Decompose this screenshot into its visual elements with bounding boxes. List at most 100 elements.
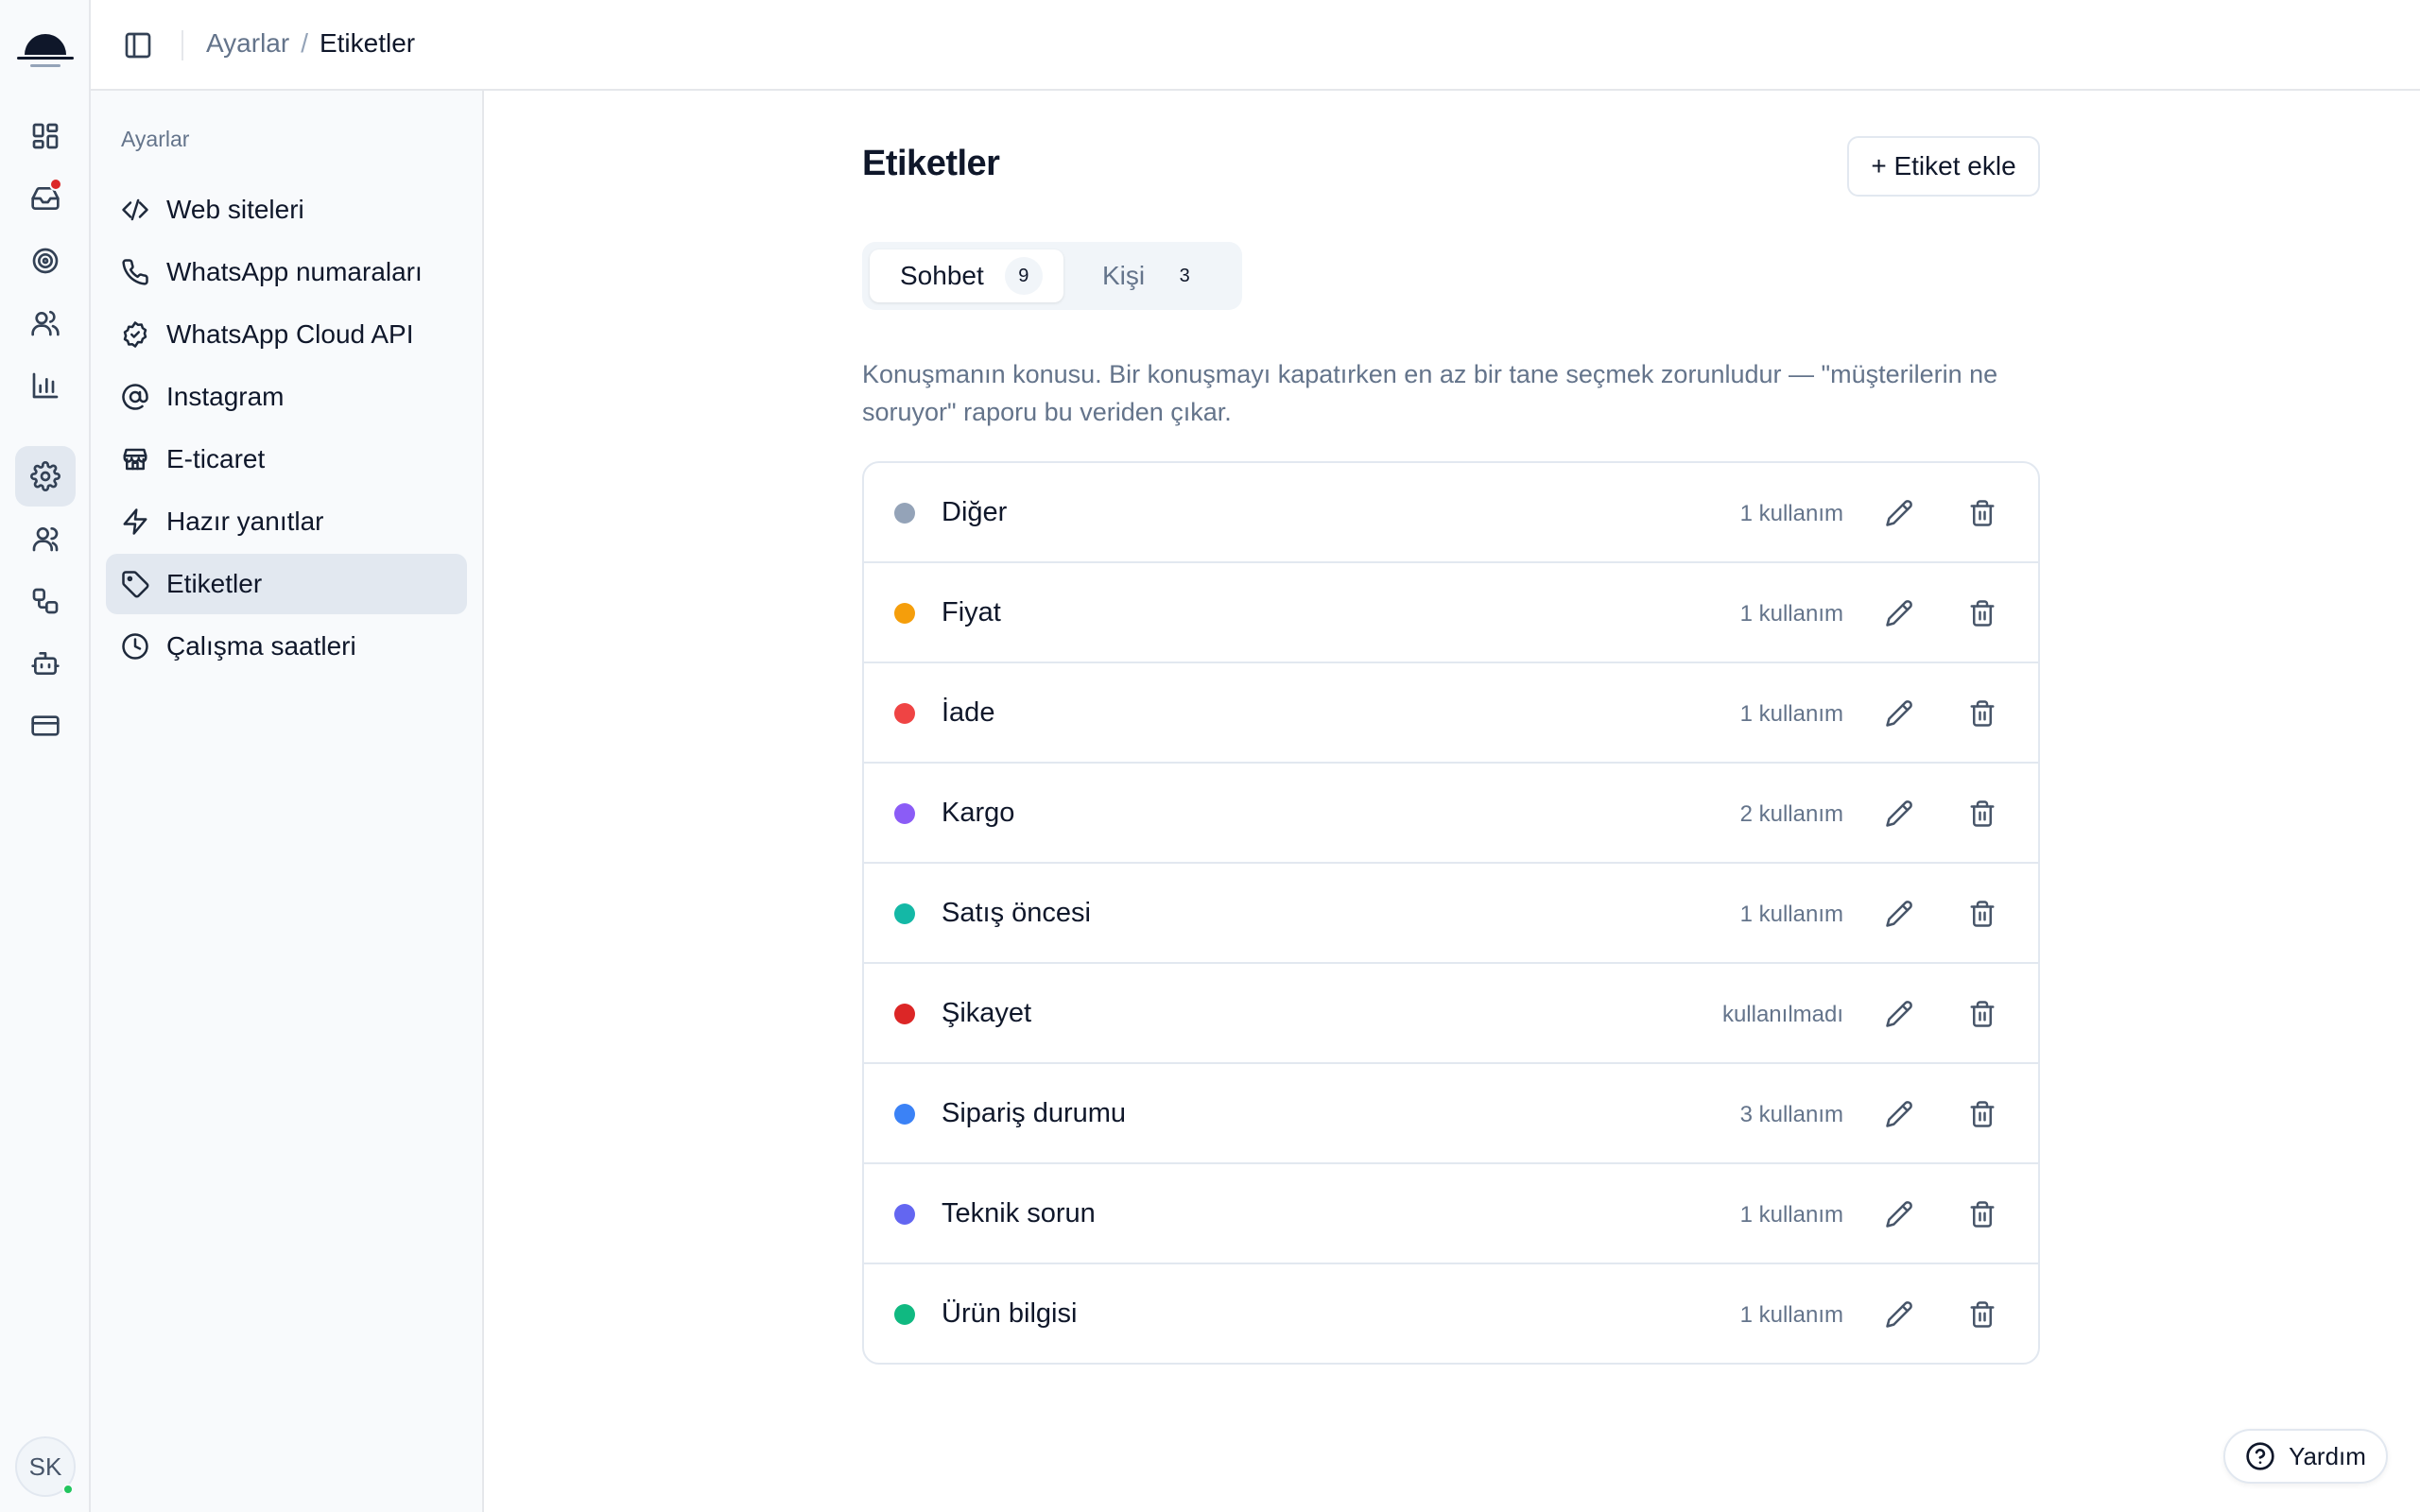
tag-row: Sipariş durumu 3 kullanım [864,1064,2038,1164]
target-icon [32,248,59,274]
pencil-icon [1886,700,1912,727]
workflow-icon [32,588,59,614]
sidebar-item-quick-replies[interactable]: Hazır yanıtlar [106,491,467,552]
tag-usage-count: 3 kullanım [1739,1102,1843,1127]
tag-color-dot [894,1004,915,1024]
edit-tag-button[interactable] [1877,491,1921,535]
tag-color-dot [894,903,915,924]
team-icon [32,527,59,552]
tag-row: Ürün bilgisi 1 kullanım [864,1264,2038,1363]
clock-icon [122,633,148,660]
delete-tag-button[interactable] [1961,692,2004,735]
tag-icon [122,571,149,598]
sidebar-item-label: E-ticaret [166,444,266,473]
edit-tag-button[interactable] [1877,1193,1921,1236]
tag-row: İade 1 kullanım [864,663,2038,764]
sidebar-item-working-hours[interactable]: Çalışma saatleri [106,616,467,677]
rail-billing-button[interactable] [15,696,76,756]
code-icon [122,198,148,221]
edit-tag-button[interactable] [1877,892,1921,936]
trash-icon [1970,1301,1995,1328]
trash-icon [1970,1001,1995,1027]
tag-row: Kargo 2 kullanım [864,764,2038,864]
dashboard-icon [32,123,59,149]
analytics-icon [32,372,59,399]
tag-row: Fiyat 1 kullanım [864,563,2038,663]
tab-chat[interactable]: Sohbet 9 [870,249,1063,302]
delete-tag-button[interactable] [1961,1193,2004,1236]
tag-usage-count: 1 kullanım [1739,1202,1843,1228]
help-button[interactable]: Yardım [2223,1429,2388,1484]
tag-list: Diğer 1 kullanım Fiyat 1 kullanım İade 1… [862,461,2040,1365]
delete-tag-button[interactable] [1961,491,2004,535]
header-divider [182,30,183,60]
page-title: Etiketler [862,144,1000,183]
tag-row: Teknik sorun 1 kullanım [864,1164,2038,1264]
tab-count-badge: 3 [1179,265,1190,286]
tab-label: Kişi [1102,261,1146,290]
online-status-indicator [62,1484,74,1495]
sidebar-item-label: Hazır yanıtlar [166,507,324,536]
rail-dashboard-button[interactable] [15,106,76,166]
trash-icon [1970,901,1995,927]
pencil-icon [1886,1001,1912,1027]
tab-contact[interactable]: Kişi 3 [1072,249,1224,302]
tag-color-dot [894,1104,915,1125]
billing-icon [31,715,60,736]
pencil-icon [1886,1101,1912,1127]
edit-tag-button[interactable] [1877,592,1921,635]
tag-row: Diğer 1 kullanım [864,463,2038,563]
edit-tag-button[interactable] [1877,692,1921,735]
delete-tag-button[interactable] [1961,992,2004,1036]
sidebar-item-whatsapp-numbers[interactable]: WhatsApp numaraları [106,242,467,302]
trash-icon [1970,700,1995,727]
tag-row: Satış öncesi 1 kullanım [864,864,2038,964]
tag-color-dot [894,603,915,624]
tag-name: Kargo [942,798,1015,828]
edit-tag-button[interactable] [1877,792,1921,835]
delete-tag-button[interactable] [1961,792,2004,835]
pencil-icon [1886,1201,1912,1228]
sidebar-item-label: Web siteleri [166,195,304,224]
edit-tag-button[interactable] [1877,1293,1921,1336]
breadcrumb-settings-link[interactable]: Ayarlar [206,28,289,59]
rail-analytics-button[interactable] [15,355,76,416]
edit-tag-button[interactable] [1877,992,1921,1036]
tag-color-dot [894,803,915,824]
sidebar-item-ecommerce[interactable]: E-ticaret [106,429,467,490]
tag-usage-count: 1 kullanım [1739,501,1843,526]
delete-tag-button[interactable] [1961,892,2004,936]
add-tag-button[interactable]: + Etiket ekle [1847,136,2040,197]
tag-name: Teknik sorun [942,1198,1096,1228]
sidebar-item-whatsapp-cloud-api[interactable]: WhatsApp Cloud API [106,304,467,365]
sidebar-item-label: Instagram [166,382,285,411]
rail-bot-button[interactable] [15,633,76,694]
tag-usage-count: 2 kullanım [1739,801,1843,827]
sidebar-item-label: WhatsApp numaraları [166,257,423,286]
tag-name: Diğer [942,497,1008,527]
tag-name: Fiyat [942,597,1001,627]
rail-inbox-button[interactable] [15,168,76,229]
sidebar-item-tags[interactable]: Etiketler [106,554,467,614]
edit-tag-button[interactable] [1877,1092,1921,1136]
delete-tag-button[interactable] [1961,1293,2004,1336]
top-bar: Ayarlar / Etiketler [91,0,2420,91]
sidebar-toggle-button[interactable] [119,26,157,64]
sidebar-item-instagram[interactable]: Instagram [106,367,467,427]
tag-name: Sipariş durumu [942,1098,1127,1128]
phone-icon [122,259,148,285]
tag-usage-count: 1 kullanım [1739,701,1843,727]
rail-workflow-button[interactable] [15,571,76,631]
pencil-icon [1886,500,1912,526]
rail-contacts-button[interactable] [15,293,76,353]
delete-tag-button[interactable] [1961,1092,2004,1136]
rail-team-button[interactable] [15,508,76,569]
tab-label: Sohbet [900,261,984,290]
delete-tag-button[interactable] [1961,592,2004,635]
app-logo[interactable] [15,19,76,72]
tag-color-dot [894,703,915,724]
rail-settings-button[interactable] [15,446,76,507]
help-button-label: Yardım [2289,1441,2366,1470]
sidebar-item-websites[interactable]: Web siteleri [106,180,467,240]
rail-target-button[interactable] [15,231,76,291]
